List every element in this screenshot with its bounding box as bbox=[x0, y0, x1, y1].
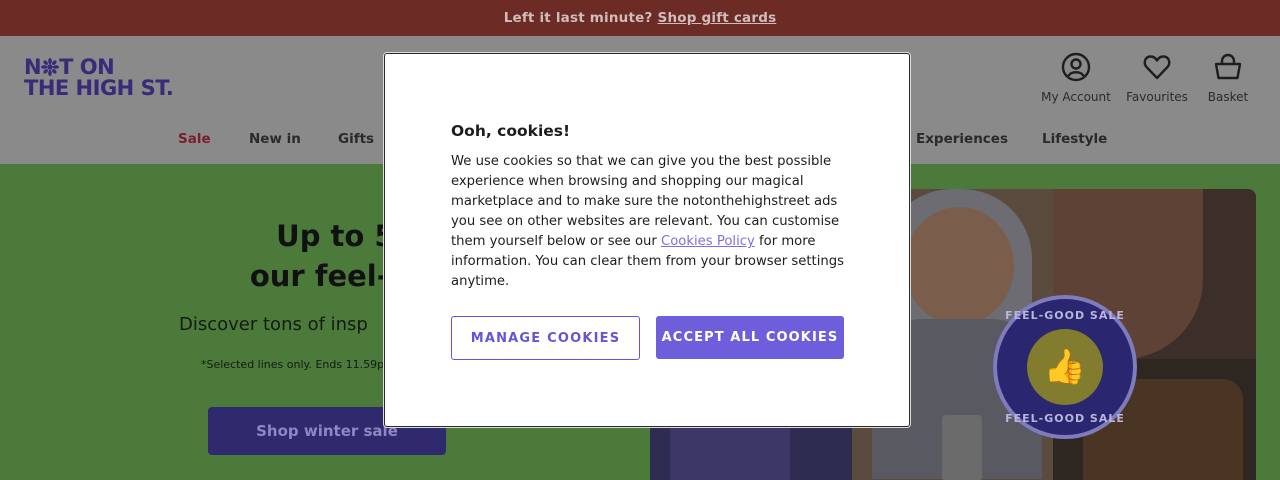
basket-label: Basket bbox=[1207, 90, 1249, 104]
thumbs-up-icon: 👍 bbox=[1027, 329, 1103, 405]
promo-bar: Left it last minute? Shop gift cards bbox=[0, 0, 1280, 36]
favourites-label: Favourites bbox=[1126, 90, 1188, 104]
hero-terms-note: *Selected lines only. Ends 11.59p bbox=[201, 358, 385, 371]
account-links: My Account Favourites Basket bbox=[1034, 52, 1260, 104]
feel-good-sale-badge: FEEL-GOOD SALE 👍 FEEL-GOOD SALE bbox=[993, 295, 1137, 439]
cookie-dialog-title: Ooh, cookies! bbox=[451, 122, 571, 140]
my-account-label: My Account bbox=[1041, 90, 1111, 104]
cookie-dialog-body: We use cookies so that we can give you t… bbox=[451, 154, 844, 289]
nav-item-sale[interactable]: Sale bbox=[178, 131, 211, 147]
cookie-consent-dialog: Ooh, cookies! We use cookies so that we … bbox=[384, 53, 910, 427]
nav-item-new-in[interactable]: New in bbox=[249, 131, 301, 147]
basket-link[interactable]: Basket bbox=[1196, 52, 1260, 104]
shop-gift-cards-link[interactable]: Shop gift cards bbox=[658, 10, 777, 26]
flower-icon bbox=[41, 58, 60, 76]
site-logo[interactable]: NT ON THE HIGH ST. bbox=[24, 57, 184, 99]
nav-item-lifestyle[interactable]: Lifestyle bbox=[1042, 131, 1107, 147]
nav-item-experiences[interactable]: Experiences bbox=[916, 131, 1008, 147]
accept-all-cookies-button[interactable]: ACCEPT ALL COOKIES bbox=[656, 316, 844, 359]
cookies-policy-link[interactable]: Cookies Policy bbox=[661, 234, 755, 249]
heart-icon bbox=[1143, 55, 1171, 80]
logo-line2: THE HIGH ST. bbox=[24, 76, 174, 100]
manage-cookies-button[interactable]: MANAGE COOKIES bbox=[451, 316, 640, 360]
basket-icon bbox=[1214, 53, 1242, 80]
favourites-link[interactable]: Favourites bbox=[1118, 52, 1196, 104]
user-icon bbox=[1061, 52, 1091, 82]
nav-item-gifts[interactable]: Gifts bbox=[338, 131, 374, 147]
my-account-link[interactable]: My Account bbox=[1034, 52, 1118, 104]
promo-text: Left it last minute? bbox=[503, 10, 653, 26]
